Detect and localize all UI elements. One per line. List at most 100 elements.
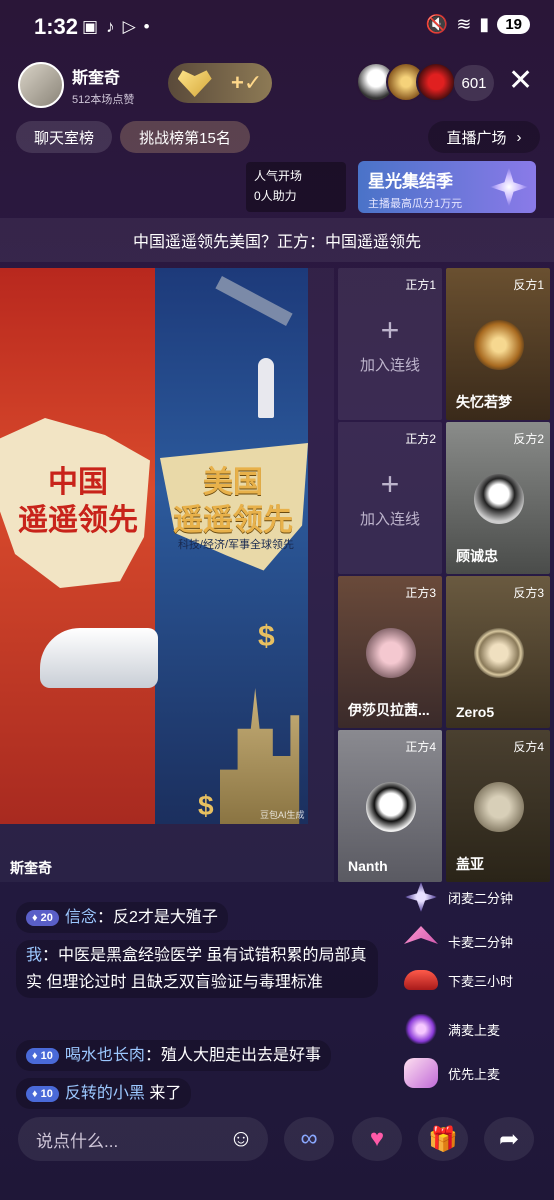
follow-button[interactable]: +✓ bbox=[168, 63, 272, 103]
chat-username[interactable]: 反转的小黑 bbox=[65, 1085, 145, 1102]
host-avatar[interactable] bbox=[18, 62, 64, 108]
gift-label: 满麦上麦 bbox=[448, 1022, 501, 1038]
slot-tag: 正方1 bbox=[405, 278, 436, 292]
top-viewers[interactable] bbox=[356, 62, 456, 102]
slot-tag: 正方3 bbox=[405, 586, 436, 600]
status-bar: 1:32 ▣ ♪ ▷ • 🔇 ≋ ▮ 19 bbox=[0, 0, 554, 56]
close-icon[interactable]: ✕ bbox=[508, 66, 533, 96]
dollar-icon: $ bbox=[258, 620, 275, 653]
rocket-icon bbox=[258, 358, 274, 418]
dot-icon: • bbox=[143, 17, 150, 36]
train-image bbox=[40, 628, 158, 688]
gift-box-icon[interactable]: 🎁 bbox=[418, 1117, 468, 1161]
viewer-avatar[interactable] bbox=[416, 62, 456, 102]
join-link-label: 加入连线 bbox=[359, 511, 420, 528]
share-icon[interactable]: ➦ bbox=[484, 1117, 534, 1161]
live-plaza-button[interactable]: 直播广场 › bbox=[428, 121, 540, 153]
viewer-count[interactable]: 601 bbox=[454, 65, 494, 101]
firework-gift-icon bbox=[404, 1014, 438, 1044]
chat-message[interactable]: ♦ 10 喝水也长肉：殖人大胆走出去是好事 bbox=[16, 1040, 331, 1071]
gift-item[interactable]: 闭麦二分钟 bbox=[404, 882, 513, 912]
plus-icon: + bbox=[380, 466, 400, 502]
poster-us-title: 美国 遥遥领先 bbox=[166, 464, 300, 540]
battery-indicator: 19 bbox=[497, 15, 530, 34]
status-time: 1:32 bbox=[34, 14, 79, 39]
poster-us-line1: 美国 bbox=[203, 466, 263, 499]
slot-tag: 反方4 bbox=[513, 740, 544, 754]
screenshot-icon: ▣ bbox=[82, 17, 99, 36]
popularity-support: 0人助力 bbox=[254, 189, 297, 203]
chat-username: 我 bbox=[26, 947, 43, 964]
live-plaza-label: 直播广场 bbox=[446, 129, 507, 147]
guest-name: 盖亚 bbox=[456, 856, 484, 872]
chat-username[interactable]: 信念 bbox=[65, 909, 97, 926]
play-icon: ▷ bbox=[122, 17, 136, 36]
guest-name: Zero5 bbox=[456, 704, 495, 720]
guest-name: Nanth bbox=[348, 858, 388, 874]
join-link-label: 加入连线 bbox=[359, 357, 420, 374]
gift-item[interactable]: 卡麦二分钟 bbox=[404, 926, 513, 956]
popularity-box[interactable]: 人气开场 0人助力 bbox=[246, 162, 346, 212]
debate-poster: 中国 遥遥领先 美国 遥遥领先 科技/经济/军事全球领先 $ $ 豆包AI生成 bbox=[0, 268, 308, 824]
car-gift-icon bbox=[404, 970, 438, 990]
guest-avatar bbox=[474, 474, 524, 524]
gift-label: 卡麦二分钟 bbox=[448, 934, 514, 950]
chat-colon: ： bbox=[42, 947, 59, 964]
gift-label: 优先上麦 bbox=[448, 1066, 501, 1082]
star-gift-icon bbox=[404, 882, 438, 912]
popularity-title: 人气开场 bbox=[254, 169, 303, 183]
level-value: 20 bbox=[40, 911, 53, 924]
heart-icon bbox=[177, 70, 212, 97]
slot-tag: 正方2 bbox=[405, 432, 436, 446]
poster-us-subtitle: 科技/经济/军事全球领先 bbox=[177, 539, 295, 551]
chat-message[interactable]: ♦ 20 信念：反2才是大殖子 bbox=[16, 902, 228, 933]
slot-pro-1[interactable]: 正方1 + 加入连线 bbox=[338, 268, 442, 420]
user-level-badge: ♦ 20 bbox=[26, 909, 59, 926]
guest-avatar bbox=[366, 782, 416, 832]
plus-icon: + bbox=[380, 312, 400, 348]
chat-colon: ： bbox=[96, 909, 113, 926]
host-profile[interactable]: 斯奎奇 512本场点赞 bbox=[18, 60, 166, 110]
slot-pro-2[interactable]: 正方2 + 加入连线 bbox=[338, 422, 442, 574]
chat-colon: ： bbox=[144, 1047, 161, 1064]
link-icon[interactable]: ∞ bbox=[284, 1117, 334, 1161]
chatroom-rank-tab[interactable]: 聊天室榜 bbox=[16, 121, 112, 153]
starlight-banner[interactable]: 星光集结季 主播最高瓜分1万元 bbox=[358, 161, 536, 213]
host-info: 斯奎奇 512本场点赞 bbox=[72, 64, 134, 107]
gift-item[interactable]: 下麦三小时 bbox=[404, 970, 513, 990]
guest-name: 顾诚忠 bbox=[456, 548, 498, 564]
starlight-subtitle: 主播最高瓜分1万元 bbox=[368, 198, 463, 210]
chat-message-self[interactable]: 我：中医是黑盒经验医学 虽有试错积累的局部真实 但理论过时 且缺乏双盲验证与毒理… bbox=[16, 940, 378, 998]
poster-cn-line2: 遥遥领先 bbox=[18, 504, 138, 537]
slot-con-4[interactable]: 反方4 盖亚 bbox=[446, 730, 550, 882]
status-app-icons: ▣ ♪ ▷ • bbox=[82, 17, 150, 37]
slot-con-3[interactable]: 反方3 Zero5 bbox=[446, 576, 550, 728]
status-system-icons: 🔇 ≋ ▮ 19 bbox=[426, 14, 530, 35]
guest-avatar bbox=[474, 628, 524, 678]
slot-con-2[interactable]: 反方2 顾诚忠 bbox=[446, 422, 550, 574]
challenge-rank-tab[interactable]: 挑战榜第15名 bbox=[120, 121, 250, 153]
slot-tag: 反方2 bbox=[513, 432, 544, 446]
heart-gift-icon[interactable]: ♥ bbox=[352, 1117, 402, 1161]
slot-con-1[interactable]: 反方1 失忆若梦 bbox=[446, 268, 550, 420]
slot-pro-4[interactable]: 正方4 Nanth bbox=[338, 730, 442, 882]
gift-item[interactable]: 满麦上麦 bbox=[404, 1014, 500, 1044]
chat-username[interactable]: 喝水也长肉 bbox=[65, 1047, 145, 1064]
signal-icon: ▮ bbox=[479, 14, 490, 34]
guest-avatar bbox=[474, 782, 524, 832]
crane-gift-icon bbox=[404, 926, 438, 944]
gift-item[interactable]: 优先上麦 bbox=[404, 1058, 500, 1088]
chat-message[interactable]: ♦ 10 反转的小黑 来了 bbox=[16, 1078, 192, 1109]
slot-pro-3[interactable]: 正方3 伊莎贝拉茜... bbox=[338, 576, 442, 728]
level-value: 10 bbox=[40, 1087, 53, 1100]
user-level-badge: ♦ 10 bbox=[26, 1085, 59, 1102]
mute-icon: 🔇 bbox=[425, 14, 449, 34]
chevron-right-icon: › bbox=[516, 128, 522, 146]
guest-avatar bbox=[366, 628, 416, 678]
gift-label: 闭麦二分钟 bbox=[448, 890, 514, 906]
slot-tag: 反方3 bbox=[513, 586, 544, 600]
emoji-icon[interactable]: ☺ bbox=[216, 1117, 266, 1161]
debate-topic: 中国遥遥领先美国？正方：中国遥遥领先 bbox=[0, 218, 554, 262]
poster-watermark: 豆包AI生成 bbox=[260, 810, 305, 820]
hand-gift-icon bbox=[404, 1058, 438, 1088]
